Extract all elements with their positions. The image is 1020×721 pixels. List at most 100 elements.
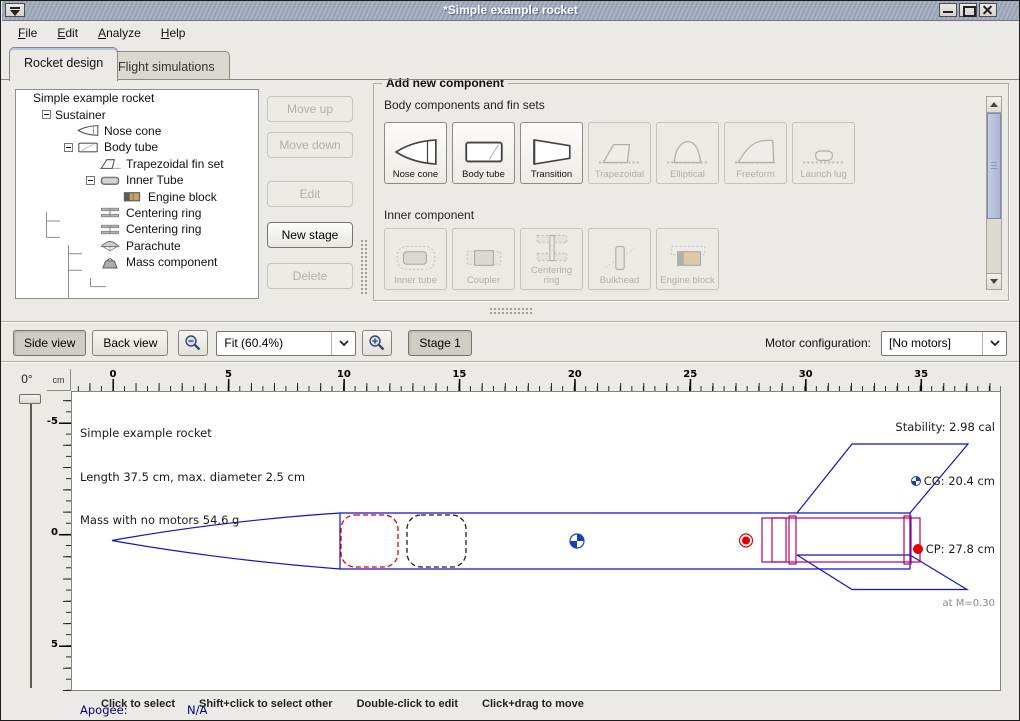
view-toolbar: Side view Back view Fit (60.4%) Stage 1 — [13, 329, 1007, 357]
centering-ring-shape[interactable] — [789, 516, 796, 564]
v-ruler-label: 5 — [51, 639, 58, 650]
maximize-button[interactable] — [959, 3, 977, 17]
tree-item[interactable]: Simple example rocket — [16, 90, 258, 106]
add-component-button[interactable]: Trapezoidal — [588, 122, 651, 184]
rocket-name-text: Simple example rocket — [80, 426, 305, 441]
h-ruler-label: 15 — [452, 369, 466, 380]
rotation-slider-handle[interactable] — [19, 394, 41, 404]
tree-item-label: Centering ring — [126, 206, 201, 220]
tree-item-label: Simple example rocket — [33, 91, 154, 105]
tree-item[interactable]: Centering ring — [16, 221, 258, 237]
tree-item-icon — [99, 157, 121, 170]
side-view-button[interactable]: Side view — [13, 330, 86, 356]
add-component-button[interactable]: Freeform — [724, 122, 787, 184]
add-component-button[interactable]: Nose cone — [384, 122, 447, 184]
h-ruler-label: 5 — [225, 369, 232, 380]
tree-action-button[interactable]: Move up — [267, 96, 353, 122]
cg-marker — [570, 534, 584, 548]
title-bar[interactable]: *Simple example rocket — [2, 1, 1019, 21]
tree-item[interactable]: Centering ring — [16, 205, 258, 221]
rocket-info-text: Simple example rocket Length 37.5 cm, ma… — [80, 397, 305, 557]
status-hint: Shift+click to select other — [199, 698, 333, 710]
tree-item-icon — [77, 141, 99, 154]
scrollbar-thumb[interactable] — [987, 113, 1001, 219]
add-component-button[interactable]: Centering ring — [520, 228, 583, 290]
add-component-button[interactable]: Coupler — [452, 228, 515, 290]
component-tree[interactable]: Simple example rocket Sustainer Nose con… — [15, 89, 259, 299]
tree-item[interactable]: Parachute — [16, 238, 258, 254]
tree-item[interactable]: Inner Tube — [16, 172, 258, 188]
mach-text: at M=0.30 — [881, 597, 995, 611]
tree-expander-icon[interactable] — [86, 176, 95, 185]
menu-item[interactable]: File — [9, 23, 46, 43]
zoom-out-button[interactable] — [178, 330, 208, 356]
button-label: New stage — [282, 228, 339, 242]
tree-item[interactable]: Trapezoidal fin set — [16, 156, 258, 172]
v-ruler-label: 0 — [51, 527, 58, 538]
motor-configuration-combo[interactable]: [No motors] — [881, 331, 1007, 356]
cp-marker — [740, 534, 753, 547]
tree-item-icon — [99, 174, 121, 187]
tree-expander-icon[interactable] — [64, 143, 73, 152]
close-button[interactable] — [979, 3, 997, 17]
menu-item[interactable]: Help — [152, 23, 195, 43]
rocket-canvas[interactable]: Simple example rocket Length 37.5 cm, ma… — [71, 391, 1001, 691]
parachute-shape[interactable] — [341, 515, 398, 567]
menu-item[interactable]: Analyze — [89, 23, 150, 43]
tree-item[interactable]: Mass component — [16, 254, 258, 270]
tree-item[interactable]: Sustainer — [16, 106, 258, 122]
button-label: Edit — [300, 187, 321, 201]
stage-1-toggle[interactable]: Stage 1 — [408, 330, 471, 356]
add-component-button[interactable]: Engine block — [656, 228, 719, 290]
component-icon — [529, 136, 575, 168]
component-icon — [801, 136, 847, 168]
tab[interactable]: Flight simulations — [103, 51, 230, 80]
tab[interactable]: Rocket design — [9, 47, 118, 81]
back-view-button[interactable]: Back view — [92, 330, 168, 356]
add-component-button[interactable]: Bulkhead — [588, 228, 651, 290]
tree-action-button[interactable]: Delete — [267, 263, 353, 289]
add-component-button[interactable]: Body tube — [452, 122, 515, 184]
vertical-splitter-handle[interactable] — [360, 239, 367, 295]
tree-item-label: Trapezoidal fin set — [126, 157, 224, 171]
horizontal-ruler: 05101520253035 — [71, 369, 1001, 391]
status-hint: Double-click to edit — [357, 698, 458, 710]
add-component-button[interactable]: Transition — [520, 122, 583, 184]
scroll-down-button[interactable] — [987, 273, 1001, 289]
tree-item[interactable]: Body tube — [16, 139, 258, 155]
tree-action-button[interactable]: New stage — [267, 222, 353, 248]
scroll-up-button[interactable] — [987, 97, 1001, 113]
mass-component-shape[interactable] — [407, 515, 466, 567]
horizontal-splitter-handle[interactable] — [489, 307, 533, 314]
button-label: Side view — [24, 336, 75, 350]
component-button-label: Body tube — [462, 170, 505, 180]
tree-item[interactable]: Nose cone — [16, 123, 258, 139]
component-icon — [597, 136, 643, 168]
motor-configuration-label: Motor configuration: — [765, 336, 871, 350]
inner-components-row: Inner tube Coupler Centering ring Bulkhe… — [384, 228, 719, 290]
component-button-label: Nose cone — [393, 170, 438, 180]
tree-item-icon — [99, 256, 121, 269]
ruler-unit-label: cm — [47, 369, 71, 391]
tree-item[interactable]: Engine block — [16, 188, 258, 204]
engine-block-shape[interactable] — [772, 518, 786, 562]
tree-action-button[interactable]: Edit — [267, 181, 353, 207]
minimize-button[interactable] — [939, 3, 957, 17]
component-button-label: Transition — [531, 170, 572, 180]
tree-expander-icon[interactable] — [42, 110, 51, 119]
button-label: Move down — [279, 138, 340, 152]
add-component-button[interactable]: Elliptical — [656, 122, 719, 184]
zoom-in-button[interactable] — [362, 330, 392, 356]
rocket-mass-text: Mass with no motors 54.6 g — [80, 513, 305, 528]
add-component-button[interactable]: Inner tube — [384, 228, 447, 290]
tree-action-button[interactable]: Move down — [267, 132, 353, 158]
close-icon — [980, 4, 996, 16]
vertical-ruler: -505 — [47, 391, 71, 691]
component-panel-scrollbar[interactable] — [986, 96, 1002, 290]
combo-dropdown-button[interactable] — [982, 332, 1006, 355]
combo-dropdown-button[interactable] — [331, 332, 355, 355]
menu-item[interactable]: Edit — [48, 23, 87, 43]
motor-configuration-value: [No motors] — [882, 332, 982, 355]
zoom-level-combo[interactable]: Fit (60.4%) — [216, 331, 356, 356]
add-component-button[interactable]: Launch lug — [792, 122, 855, 184]
